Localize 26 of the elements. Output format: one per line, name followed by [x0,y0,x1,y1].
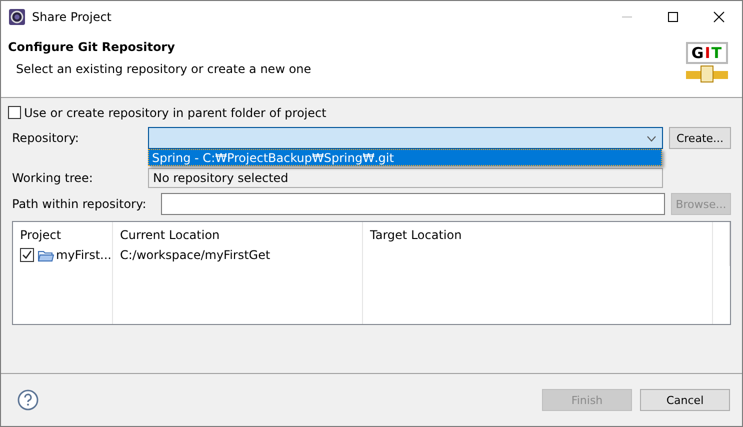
working-tree-field: No repository selected [148,168,663,188]
field-label: Working tree: [12,171,94,185]
page-title: Configure Git Repository [8,40,176,54]
checkbox[interactable] [20,248,34,262]
git-logo: GIT [686,42,728,64]
window-title: Share Project [32,10,112,24]
column-header[interactable]: Target Location [363,222,713,244]
table-cell: C:/workspace/myFirstGet [120,248,270,262]
dropdown-option[interactable]: Spring - C:₩ProjectBackup₩Spring₩.git [148,149,662,166]
app-icon [9,8,25,24]
checkbox[interactable] [8,106,21,119]
help-icon[interactable] [17,389,39,411]
caret-icon [647,136,656,142]
page-subtitle: Select an existing repository or create a new one [15,62,312,76]
create-button[interactable]: Create... [669,127,731,149]
dialog-button[interactable]: Cancel [640,389,730,411]
checkbox-label: Use or create repository in parent folder of project [24,106,326,120]
field-label: Repository: [12,131,80,145]
field-label: Path within repository: [12,197,148,211]
column-header[interactable]: Current Location [113,222,363,244]
folder-icon [38,248,54,262]
project-name: myFirst... [56,248,112,262]
repository-dropdown[interactable] [148,127,663,149]
path-field[interactable] [161,193,665,215]
column-header[interactable]: Project [13,222,113,244]
pipe-icon [686,64,728,84]
